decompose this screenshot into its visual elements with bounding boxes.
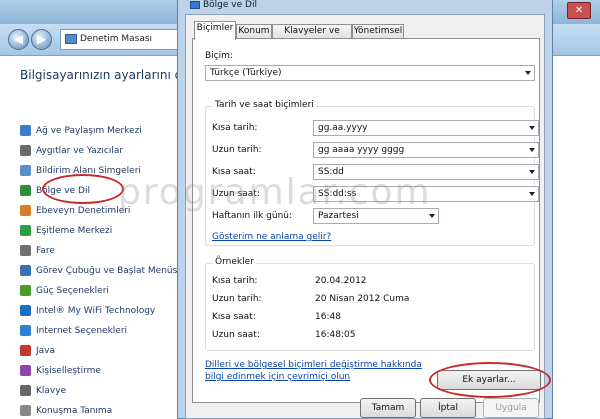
region-globe-icon bbox=[190, 0, 200, 9]
wifi-icon bbox=[20, 305, 31, 316]
tab-location[interactable]: Konum bbox=[236, 24, 272, 39]
internet-icon bbox=[20, 325, 31, 336]
control-panel-item[interactable]: Ağ ve Paylaşım Merkezi bbox=[20, 124, 183, 144]
dialog-title: Bölge ve Dil bbox=[190, 0, 257, 14]
examples-group: Örnekler Kısa tarih: 20.04.2012 Uzun tarih… bbox=[205, 257, 535, 351]
chevron-down-icon bbox=[529, 126, 535, 130]
network-icon bbox=[20, 125, 31, 136]
highlight-circle-settings bbox=[429, 362, 551, 398]
printer-icon bbox=[20, 145, 31, 156]
datetime-field-value: gg.aa.yyyy bbox=[318, 123, 368, 133]
tab-keyboards-languages[interactable]: Klavyeler ve Diller bbox=[272, 24, 352, 49]
chevron-down-icon bbox=[429, 214, 435, 218]
chevron-down-icon bbox=[525, 71, 531, 75]
datetime-group-title: Tarih ve saat biçimleri bbox=[213, 100, 316, 110]
taskbar-icon bbox=[20, 265, 31, 276]
forward-button[interactable]: ▶ bbox=[31, 29, 52, 50]
chevron-down-icon bbox=[529, 148, 535, 152]
control-panel-item[interactable]: Konuşma Tanıma bbox=[20, 404, 183, 419]
format-select[interactable]: Türkçe (Türkiye) bbox=[205, 65, 535, 81]
datetime-field-value: gg aaaa yyyy gggg bbox=[318, 145, 405, 155]
close-window-button[interactable]: ✕ bbox=[567, 2, 591, 19]
apply-button[interactable]: Uygula bbox=[483, 398, 539, 418]
example-label: Uzun tarih: bbox=[212, 294, 262, 304]
control-panel-item[interactable]: Internet Seçenekleri bbox=[20, 324, 183, 344]
example-value: 16:48:05 bbox=[315, 330, 356, 340]
control-panel-item[interactable]: Eşitleme Merkezi bbox=[20, 224, 183, 244]
control-panel-item-label: Internet Seçenekleri bbox=[36, 326, 128, 336]
mouse-icon bbox=[20, 245, 31, 256]
page-heading: Bilgisayarınızın ayarlarını düzenleyin bbox=[20, 68, 182, 82]
control-panel-item-label: Ağ ve Paylaşım Merkezi bbox=[36, 126, 142, 136]
microphone-icon bbox=[20, 405, 31, 416]
control-panel-item[interactable]: Aygıtlar ve Yazıcılar bbox=[20, 144, 183, 164]
sync-icon bbox=[20, 225, 31, 236]
control-panel-item[interactable]: Kişiselleştirme bbox=[20, 364, 183, 384]
highlight-circle bbox=[42, 174, 124, 204]
tray-icon bbox=[20, 165, 31, 176]
control-panel-item-label: Aygıtlar ve Yazıcılar bbox=[36, 146, 124, 156]
power-icon bbox=[20, 285, 31, 296]
notation-help-link[interactable]: Gösterim ne anlama gelir? bbox=[212, 232, 331, 242]
control-panel-item[interactable]: Intel® My WiFi Technology bbox=[20, 304, 183, 324]
control-panel-item[interactable]: Görev Çubuğu ve Başlat Menüsü bbox=[20, 264, 183, 284]
tab-administrative[interactable]: Yönetimsel bbox=[352, 24, 404, 39]
ok-button[interactable]: Tamam bbox=[360, 398, 416, 418]
control-panel-item[interactable]: Güç Seçenekleri bbox=[20, 284, 183, 304]
back-button[interactable]: ◀ bbox=[8, 29, 29, 50]
control-panel-item[interactable]: Java bbox=[20, 344, 183, 364]
control-panel-item-list: Ağ ve Paylaşım Merkezi Aygıtlar ve Yazıcı… bbox=[20, 124, 183, 419]
datetime-field-label: Kısa tarih: bbox=[212, 123, 258, 133]
info-link-line1[interactable]: Dilleri ve bölgesel biçimleri değiştirme… bbox=[205, 360, 422, 370]
datetime-field-select[interactable]: gg.aa.yyyy bbox=[313, 120, 539, 136]
control-panel-item-label: Ebeveyn Denetimleri bbox=[36, 206, 131, 216]
control-panel-item-label: Java bbox=[36, 346, 56, 356]
control-panel-item-label: Kişiselleştirme bbox=[36, 366, 101, 376]
info-link-line2[interactable]: bilgi edinmek için çevrimiçi olun bbox=[205, 372, 350, 382]
personalize-icon bbox=[20, 365, 31, 376]
dialog-title-text: Bölge ve Dil bbox=[203, 0, 257, 10]
control-panel-item-label: Görev Çubuğu ve Başlat Menüsü bbox=[36, 266, 184, 276]
address-text: Denetim Masası bbox=[80, 34, 153, 44]
dialog-client-area: Biçimler Konum Klavyeler ve Diller Yönet… bbox=[185, 14, 551, 419]
control-panel-item-label: Klavye bbox=[36, 386, 67, 396]
datetime-field-select[interactable]: gg aaaa yyyy gggg bbox=[313, 142, 539, 158]
examples-group-title: Örnekler bbox=[213, 257, 256, 267]
control-panel-item[interactable]: Fare bbox=[20, 244, 183, 264]
formats-tab-panel: Biçim: Türkçe (Türkiye) Tarih ve saat bi… bbox=[192, 38, 551, 403]
control-panel-item[interactable]: Klavye bbox=[20, 384, 183, 404]
example-label: Uzun saat: bbox=[212, 330, 260, 340]
globe-icon bbox=[20, 185, 31, 196]
control-panel-item-label: Intel® My WiFi Technology bbox=[36, 306, 156, 316]
datetime-field-label: Uzun tarih: bbox=[212, 145, 262, 155]
control-panel-icon bbox=[65, 33, 77, 44]
example-label: Kısa tarih: bbox=[212, 276, 258, 286]
control-panel-item-label: Konuşma Tanıma bbox=[36, 406, 113, 416]
chevron-down-icon bbox=[529, 192, 535, 196]
cancel-button[interactable]: İptal bbox=[420, 398, 476, 418]
chevron-down-icon bbox=[529, 170, 535, 174]
example-value: 20.04.2012 bbox=[315, 276, 367, 286]
address-bar[interactable]: Denetim Masası bbox=[60, 29, 180, 50]
example-value: 16:48 bbox=[315, 312, 341, 322]
keyboard-icon bbox=[20, 385, 31, 396]
example-label: Kısa saat: bbox=[212, 312, 256, 322]
java-icon bbox=[20, 345, 31, 356]
control-panel-item-label: Fare bbox=[36, 246, 55, 256]
tab-formats[interactable]: Biçimler bbox=[194, 21, 236, 40]
control-panel-item-label: Eşitleme Merkezi bbox=[36, 226, 113, 236]
control-panel-item-label: Güç Seçenekleri bbox=[36, 286, 109, 296]
watermark: programlar.com bbox=[118, 172, 432, 213]
format-select-value: Türkçe (Türkiye) bbox=[210, 68, 282, 78]
format-label: Biçim: bbox=[205, 51, 233, 61]
example-value: 20 Nisan 2012 Cuma bbox=[315, 294, 410, 304]
family-icon bbox=[20, 205, 31, 216]
